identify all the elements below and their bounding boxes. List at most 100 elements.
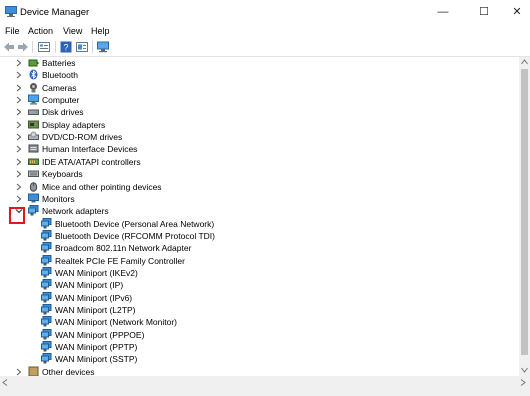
camera-icon bbox=[30, 82, 37, 93]
tree-device[interactable]: WAN Miniport (IKEv2) bbox=[0, 266, 519, 279]
tree-device[interactable]: WAN Miniport (Network Monitor) bbox=[0, 316, 519, 328]
scroll-left-icon[interactable] bbox=[2, 379, 8, 386]
network-adapter-icon bbox=[41, 291, 52, 303]
tree-device[interactable]: WAN Miniport (PPPOE) bbox=[0, 328, 519, 341]
chevron-right-icon[interactable] bbox=[14, 366, 24, 376]
network-adapter-icon bbox=[41, 341, 52, 352]
tree-category[interactable]: Cameras bbox=[0, 82, 519, 94]
tree-category[interactable]: Human Interface Devices bbox=[0, 143, 519, 155]
menu-file[interactable]: File bbox=[5, 26, 20, 36]
tree-category[interactable]: Display adapters bbox=[0, 119, 519, 131]
chevron-right-icon[interactable] bbox=[14, 106, 24, 118]
help-icon[interactable]: ? bbox=[60, 41, 72, 53]
dvd-drive-icon bbox=[28, 131, 39, 141]
minimize-button[interactable]: — bbox=[426, 0, 460, 25]
device-label: WAN Miniport (IKEv2) bbox=[55, 267, 138, 278]
category-label: Disk drives bbox=[42, 107, 84, 118]
scan-hardware-icon[interactable] bbox=[97, 41, 109, 53]
battery-icon bbox=[28, 59, 39, 67]
status-bar bbox=[0, 388, 530, 396]
network-adapter-icon bbox=[28, 205, 39, 216]
category-label: DVD/CD-ROM drives bbox=[42, 132, 123, 143]
scroll-right-icon[interactable] bbox=[520, 379, 526, 386]
device-label: WAN Miniport (IP) bbox=[55, 280, 124, 291]
device-label: Broadcom 802.11n Network Adapter bbox=[55, 243, 192, 254]
tree-category[interactable]: IDE ATA/ATAPI controllers bbox=[0, 156, 519, 168]
chevron-right-icon[interactable] bbox=[14, 168, 24, 180]
tree-category[interactable]: Keyboards bbox=[0, 168, 519, 180]
tree-category[interactable]: Batteries bbox=[0, 57, 519, 69]
chevron-right-icon[interactable] bbox=[14, 57, 24, 69]
vertical-scroll-thumb[interactable] bbox=[521, 69, 528, 355]
tree-device[interactable]: Realtek PCIe FE Family Controller bbox=[0, 254, 519, 267]
tree-device[interactable]: WAN Miniport (L2TP) bbox=[0, 304, 519, 316]
tree-device[interactable]: Bluetooth Device (RFCOMM Protocol TDI) bbox=[0, 229, 519, 242]
scroll-up-icon[interactable] bbox=[521, 59, 528, 65]
category-label: Computer bbox=[42, 95, 80, 106]
tree-device[interactable]: Broadcom 802.11n Network Adapter bbox=[0, 242, 519, 254]
window-title: Device Manager bbox=[20, 7, 90, 18]
device-label: WAN Miniport (L2TP) bbox=[55, 305, 136, 315]
chevron-right-icon[interactable] bbox=[14, 156, 24, 168]
tree-device[interactable]: WAN Miniport (PPTP) bbox=[0, 341, 519, 353]
horizontal-scrollbar[interactable] bbox=[0, 376, 530, 388]
tree-device[interactable]: WAN Miniport (IP) bbox=[0, 279, 519, 291]
chevron-right-icon[interactable] bbox=[14, 181, 24, 193]
category-label: Batteries bbox=[42, 58, 76, 68]
tree-device[interactable]: WAN Miniport (IPv6) bbox=[0, 291, 519, 304]
chevron-right-icon[interactable] bbox=[14, 69, 24, 81]
tree-device[interactable]: Bluetooth Device (Personal Area Network) bbox=[0, 217, 519, 230]
category-label: Keyboards bbox=[42, 169, 83, 180]
device-label: WAN Miniport (Network Monitor) bbox=[55, 317, 178, 328]
chevron-right-icon[interactable] bbox=[14, 193, 24, 205]
tree-category[interactable]: DVD/CD-ROM drives bbox=[0, 131, 519, 143]
menu-bar: File Action View Help bbox=[0, 25, 530, 39]
monitor-icon bbox=[28, 193, 39, 203]
computer-icon bbox=[28, 94, 39, 105]
close-button[interactable]: ✕ bbox=[500, 0, 530, 25]
category-label: Display adapters bbox=[42, 119, 106, 130]
chevron-right-icon[interactable] bbox=[14, 143, 24, 155]
chevron-right-icon[interactable] bbox=[14, 119, 24, 131]
network-adapter-icon bbox=[41, 304, 52, 315]
vertical-scrollbar[interactable] bbox=[519, 57, 530, 376]
network-adapter-icon bbox=[41, 229, 52, 241]
device-label: WAN Miniport (PPTP) bbox=[55, 342, 138, 353]
tree-device[interactable]: WAN Miniport (SSTP) bbox=[0, 353, 519, 365]
mouse-icon bbox=[29, 181, 38, 192]
chevron-right-icon[interactable] bbox=[14, 94, 24, 106]
menu-help[interactable]: Help bbox=[91, 26, 110, 36]
network-adapter-icon bbox=[41, 316, 52, 327]
device-manager-icon bbox=[5, 6, 17, 17]
network-adapter-icon bbox=[41, 242, 52, 253]
device-tree[interactable]: Batteries Bluetooth Cameras Computer Disk dr… bbox=[0, 57, 519, 376]
scroll-down-icon[interactable] bbox=[521, 367, 528, 373]
chevron-right-icon[interactable] bbox=[14, 82, 24, 94]
tree-category[interactable]: Bluetooth bbox=[0, 69, 519, 81]
category-label: Network adapters bbox=[42, 206, 109, 217]
tree-category-expanded[interactable]: Network adapters bbox=[0, 205, 519, 217]
svg-text:?: ? bbox=[63, 43, 68, 53]
tree-category[interactable]: Other devices bbox=[0, 366, 519, 376]
device-label: WAN Miniport (SSTP) bbox=[55, 354, 138, 365]
menu-view[interactable]: View bbox=[63, 26, 82, 36]
device-label: Bluetooth Device (RFCOMM Protocol TDI) bbox=[55, 230, 215, 241]
maximize-button[interactable]: ☐ bbox=[467, 0, 501, 25]
properties-icon[interactable] bbox=[38, 41, 50, 53]
chevron-right-icon[interactable] bbox=[14, 131, 24, 143]
device-label: WAN Miniport (IPv6) bbox=[55, 292, 133, 303]
menu-action[interactable]: Action bbox=[28, 26, 53, 36]
update-driver-icon[interactable] bbox=[76, 41, 88, 53]
tree-category[interactable]: Disk drives bbox=[0, 106, 519, 118]
network-adapter-icon bbox=[41, 353, 52, 364]
tree-category[interactable]: Mice and other pointing devices bbox=[0, 181, 519, 193]
keyboard-icon bbox=[28, 170, 39, 178]
forward-arrow-icon[interactable] bbox=[17, 41, 29, 53]
hid-icon bbox=[28, 144, 39, 153]
back-arrow-icon[interactable] bbox=[3, 41, 15, 53]
highlight-box bbox=[9, 207, 25, 224]
toolbar: ? bbox=[0, 39, 530, 57]
tree-category[interactable]: Monitors bbox=[0, 193, 519, 205]
category-label: Human Interface Devices bbox=[42, 144, 138, 155]
tree-category[interactable]: Computer bbox=[0, 94, 519, 106]
